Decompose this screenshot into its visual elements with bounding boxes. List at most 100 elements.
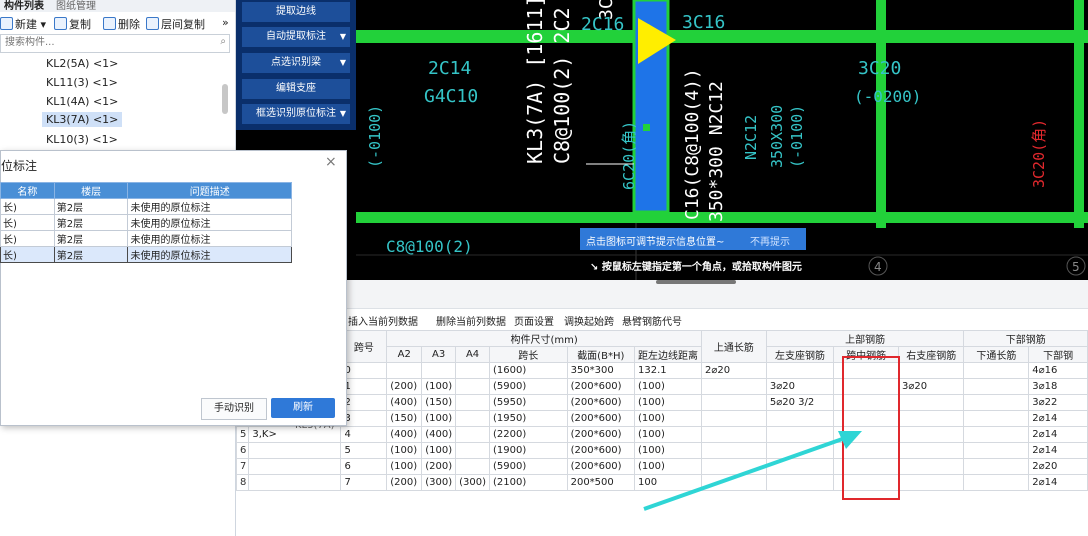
cell-bt[interactable]	[963, 458, 1030, 475]
cell-span[interactable]: 6	[340, 458, 388, 475]
delete-button[interactable]: 删除	[103, 16, 140, 32]
cell-dist[interactable]: 132.1	[633, 362, 702, 379]
cell-span[interactable]: 4	[340, 426, 388, 443]
cell-span[interactable]: 0	[340, 362, 388, 379]
tab-component-list[interactable]: 构件列表	[4, 0, 44, 12]
cell-len[interactable]: (1950)	[488, 410, 568, 427]
dropdown-arrow-icon[interactable]: ▼	[340, 53, 346, 73]
issue-row[interactable]: 长) 第2层 未使用的原位标注	[0, 214, 292, 231]
edit-support-button[interactable]: 编辑支座	[242, 79, 350, 99]
page-setup-button[interactable]: 页面设置	[514, 313, 554, 328]
cell-a1[interactable]	[248, 474, 342, 491]
cell-sec[interactable]: (200*600)	[566, 378, 635, 395]
cell-rs[interactable]	[897, 474, 965, 491]
cell-sec[interactable]: 200*500	[566, 474, 635, 491]
cell-bot[interactable]: 2⌀14	[1028, 426, 1088, 443]
cell-ls[interactable]: 3⌀20	[765, 378, 835, 395]
point-identify-beam-button[interactable]: 点选识别梁 ▼	[242, 53, 350, 73]
cell-a2[interactable]	[386, 362, 423, 379]
tab-drawing-management[interactable]: 图纸管理	[56, 0, 96, 12]
dropdown-arrow-icon[interactable]: ▼	[340, 104, 346, 124]
cell-rs[interactable]	[897, 362, 965, 379]
cell-a2[interactable]: (200)	[386, 378, 423, 395]
table-row[interactable]: 1 (200) (100) (5900) (200*600) (100) 3⌀20 3⌀20 3…	[235, 378, 1088, 395]
search-icon[interactable]: ⌕	[220, 36, 226, 47]
floor-copy-button[interactable]: 层间复制	[146, 16, 205, 32]
cell-bot[interactable]: 2⌀14	[1028, 410, 1088, 427]
cell-a1[interactable]	[248, 458, 342, 475]
cell-sec[interactable]: (200*600)	[566, 442, 635, 459]
cell-rs[interactable]	[897, 410, 965, 427]
cell-a3[interactable]: (100)	[421, 410, 457, 427]
new-button[interactable]: 新建 ▾	[0, 16, 46, 32]
auto-extract-label-button[interactable]: 自动提取标注 ▼	[242, 27, 350, 47]
cell-span[interactable]: 5	[340, 442, 388, 459]
cell-rs[interactable]: 3⌀20	[897, 378, 965, 395]
cell-bt[interactable]	[963, 378, 1030, 395]
cell-a4[interactable]	[455, 426, 490, 443]
cell-bot[interactable]: 2⌀14	[1028, 474, 1088, 491]
cell-n[interactable]: 8	[235, 474, 250, 491]
cell-a3[interactable]: (100)	[421, 378, 457, 395]
table-row[interactable]: 0 (1600) 350*300 132.1 2⌀20 4⌀16	[235, 362, 1088, 379]
cell-len[interactable]: (5900)	[488, 458, 568, 475]
cell-top[interactable]	[700, 378, 767, 395]
cell-span[interactable]: 3	[340, 410, 388, 427]
cell-a2[interactable]: (400)	[386, 426, 423, 443]
search-input[interactable]	[3, 36, 207, 49]
cell-a3[interactable]: (300)	[421, 474, 457, 491]
tree-item-kl3[interactable]: KL3(7A) <1>	[42, 112, 123, 127]
cell-n[interactable]: 7	[235, 458, 250, 475]
cell-a2[interactable]: (400)	[386, 394, 423, 411]
cell-a4[interactable]	[455, 410, 490, 427]
cell-top[interactable]	[700, 394, 767, 411]
cell-sec[interactable]: (200*600)	[566, 426, 635, 443]
cell-a4[interactable]	[455, 362, 490, 379]
cell-n[interactable]: 6	[235, 442, 250, 459]
close-icon[interactable]: ×	[325, 154, 337, 170]
cell-a3[interactable]: (100)	[421, 442, 457, 459]
cell-bt[interactable]	[963, 426, 1030, 443]
cell-bot[interactable]: 3⌀22	[1028, 394, 1088, 411]
cell-bot[interactable]: 2⌀20	[1028, 458, 1088, 475]
cell-bot[interactable]: 4⌀16	[1028, 362, 1088, 379]
cell-a3[interactable]	[421, 362, 457, 379]
cell-bt[interactable]	[963, 362, 1030, 379]
table-row[interactable]: 2 (400) (150) (5950) (200*600) (100) 5⌀20 3/2 3…	[235, 394, 1088, 411]
cell-a1[interactable]	[248, 442, 342, 459]
tree-item-kl2[interactable]: KL2(5A) <1>	[42, 56, 122, 71]
cell-a3[interactable]: (200)	[421, 458, 457, 475]
cell-ls[interactable]: 5⌀20 3/2	[765, 394, 835, 411]
cell-rs[interactable]	[897, 394, 965, 411]
cell-bot[interactable]: 3⌀18	[1028, 378, 1088, 395]
insert-column-button[interactable]: 插入当前列数据	[348, 313, 418, 328]
cell-dist[interactable]: (100)	[633, 378, 702, 395]
cell-a2[interactable]: (200)	[386, 474, 423, 491]
cell-sec[interactable]: 350*300	[566, 362, 635, 379]
cell-bt[interactable]	[963, 442, 1030, 459]
more-toolbar-button[interactable]: »	[222, 16, 229, 29]
dismiss-tip-link[interactable]: 不再提示	[750, 233, 790, 248]
cell-a4[interactable]: (300)	[455, 474, 490, 491]
cell-a4[interactable]	[455, 378, 490, 395]
cell-len[interactable]: (5900)	[488, 378, 568, 395]
cell-len[interactable]: (2100)	[488, 474, 568, 491]
issue-row[interactable]: 长) 第2层 未使用的原位标注	[0, 246, 292, 263]
issue-row[interactable]: 长) 第2层 未使用的原位标注	[0, 198, 292, 215]
tree-scrollbar[interactable]	[222, 84, 228, 114]
cell-top[interactable]: 2⌀20	[700, 362, 767, 379]
cell-a4[interactable]	[455, 442, 490, 459]
issue-row[interactable]: 长) 第2层 未使用的原位标注	[0, 230, 292, 247]
cell-sec[interactable]: (200*600)	[566, 458, 635, 475]
cell-bt[interactable]	[963, 410, 1030, 427]
splitter-bar[interactable]	[236, 280, 1088, 309]
swap-start-span-button[interactable]: 调换起始跨	[564, 313, 614, 328]
tree-item-kl11[interactable]: KL11(3) <1>	[42, 75, 122, 90]
cell-len[interactable]: (1600)	[488, 362, 568, 379]
cell-len[interactable]: (2200)	[488, 426, 568, 443]
cell-rs[interactable]	[897, 458, 965, 475]
cell-bot[interactable]: 2⌀14	[1028, 442, 1088, 459]
tree-item-kl1[interactable]: KL1(4A) <1>	[42, 94, 122, 109]
cell-sec[interactable]: (200*600)	[566, 410, 635, 427]
manual-identify-button[interactable]: 手动识别	[201, 398, 267, 420]
